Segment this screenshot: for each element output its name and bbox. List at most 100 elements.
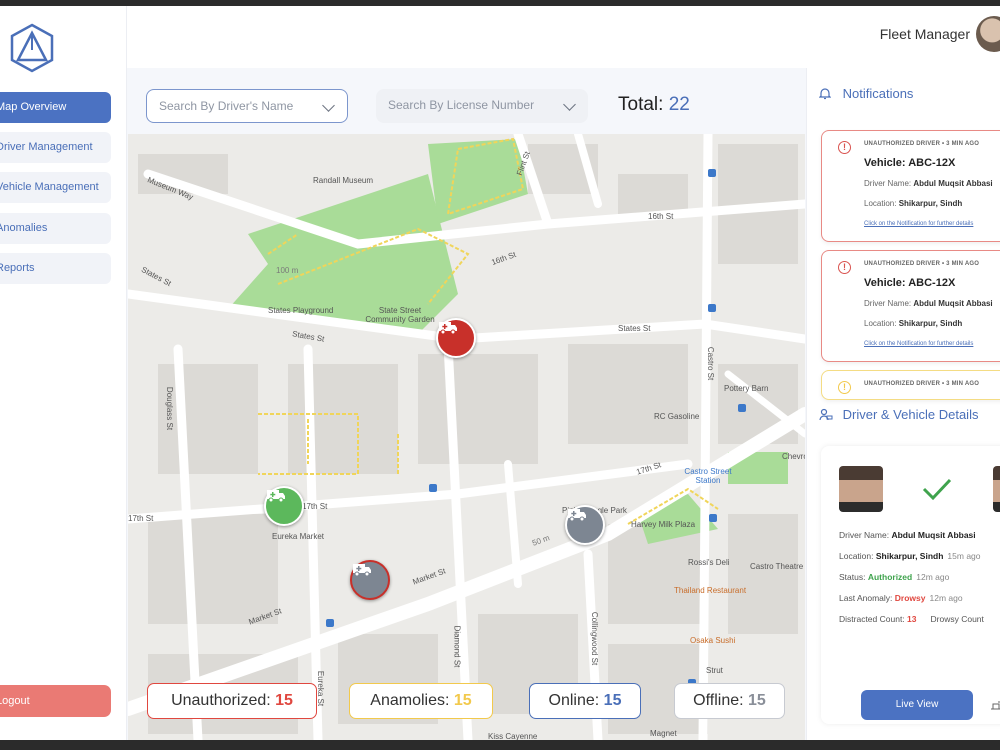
unauthorized-value: 15 (275, 692, 293, 709)
map-label: Osaka Sushi (690, 636, 736, 645)
detail-driver-name: Driver Name: Abdul Muqsit Abbasi (839, 530, 976, 540)
notification-card[interactable]: ! UNAUTHORIZED DRIVER • 3 MIN AGO Vehicl… (821, 130, 1000, 242)
ambulance-icon (568, 509, 586, 521)
bell-icon (818, 87, 832, 103)
right-panel: Notifications ! UNAUTHORIZED DRIVER • 3 … (806, 68, 1000, 740)
map-label: 16th St (648, 212, 674, 221)
map-label: Collingwood St (590, 611, 600, 666)
vehicle-marker-online[interactable] (264, 486, 304, 526)
map-label: Castro St (706, 346, 716, 381)
notification-hint[interactable]: Click on the Notification for further de… (864, 221, 973, 227)
alert-icon: ! (838, 381, 851, 394)
sidebar-item-vehicle-management[interactable]: Vehicle Management (0, 172, 111, 203)
app-window: Map Overview Driver Management Vehicle M… (0, 6, 1000, 740)
sidebar: Map Overview Driver Management Vehicle M… (0, 6, 127, 740)
offline-label: Offline: (693, 692, 744, 709)
notification-card[interactable]: ! UNAUTHORIZED DRIVER • 3 MIN AGO Vehicl… (821, 250, 1000, 362)
top-header: Fleet Manager (127, 6, 1000, 68)
detail-last-anomaly: Last Anomaly: Drowsy 12m ago (839, 593, 963, 603)
alert-icon: ! (838, 261, 851, 274)
logout-button[interactable]: Logout (0, 685, 111, 717)
notification-driver: Driver Name: Abdul Muqsit Abbasi (864, 179, 993, 188)
map-label: Diamond St (452, 625, 462, 668)
notification-vehicle: Vehicle: ABC-12X (864, 157, 956, 169)
anomalies-label: Anamolies: (370, 692, 450, 709)
total-label: Total: (618, 94, 664, 115)
driver-photo (839, 466, 883, 512)
notifications-header: Notifications (818, 86, 914, 103)
map-label: States St (618, 324, 651, 333)
map-label: Strut (706, 666, 723, 675)
anomalies-value: 15 (453, 692, 472, 709)
ambulance-icon (267, 490, 285, 502)
online-count-chip[interactable]: Online: 15 (529, 683, 641, 719)
vehicle-marker-offline-alert[interactable] (350, 560, 390, 600)
registered-driver-photo (993, 466, 1000, 512)
unauthorized-label: Unauthorized: (171, 692, 271, 709)
detail-counts: Distracted Count: 13 Drowsy Count (839, 614, 984, 624)
notification-hint[interactable]: Click on the Notification for further de… (864, 341, 973, 347)
total-value: 22 (668, 94, 690, 115)
notification-location: Location: Shikarpur, Sindh (864, 199, 963, 208)
map-label: Eureka St (316, 670, 326, 707)
vehicle-marker-unauthorized[interactable] (436, 318, 476, 358)
map-label: Chevron (782, 452, 805, 461)
map-label: States Playground (268, 306, 334, 315)
notification-driver: Driver Name: Abdul Muqsit Abbasi (864, 299, 993, 308)
sidebar-item-reports[interactable]: Reports (0, 253, 111, 284)
driver-vehicle-icon (819, 408, 833, 424)
detail-status: Status: Authorized 12m ago (839, 572, 950, 582)
online-value: 15 (603, 692, 622, 709)
driver-name-search-dropdown[interactable]: Search By Driver's Name (146, 89, 348, 123)
license-number-search-dropdown[interactable]: Search By License Number (376, 89, 588, 123)
license-search-placeholder: Search By License Number (388, 98, 535, 112)
map-canvas (128, 134, 805, 740)
user-role-label: Fleet Manager (879, 26, 970, 42)
notification-location: Location: Shikarpur, Sindh (864, 319, 963, 328)
sidebar-item-map-overview[interactable]: Map Overview (0, 92, 111, 123)
map-label: Castro Street Station (684, 467, 732, 485)
total-count: Total: 22 (618, 94, 690, 116)
map-label: Thailand Restaurant (674, 586, 747, 595)
avatar[interactable] (976, 16, 1000, 52)
sidebar-item-driver-management[interactable]: Driver Management (0, 132, 111, 163)
ambulance-icon (439, 322, 457, 334)
details-header: Driver & Vehicle Details (819, 407, 978, 424)
fleet-map[interactable]: Randall Museum Museum Way 16th St 16th S… (128, 134, 805, 740)
offline-count-chip[interactable]: Offline: 15 (674, 683, 785, 719)
chevron-down-icon (563, 98, 576, 111)
map-label: 17th St (302, 502, 328, 511)
map-label: Randall Museum (313, 176, 374, 185)
driver-vehicle-details-card: Driver Name: Abdul Muqsit Abbasi Locatio… (821, 446, 1000, 724)
sidebar-item-anomalies[interactable]: Anomalies (0, 213, 111, 244)
notification-card[interactable]: ! UNAUTHORIZED DRIVER • 3 MIN AGO (821, 370, 1000, 400)
ambulance-icon (353, 564, 371, 576)
camera-icon[interactable] (989, 698, 1000, 716)
anomalies-count-chip[interactable]: Anamolies: 15 (349, 683, 493, 719)
map-label: Magnet (650, 729, 677, 738)
map-label: State Street Community Garden (365, 306, 435, 324)
detail-location: Location: Shikarpur, Sindh 15m ago (839, 551, 981, 561)
online-label: Online: (548, 692, 600, 709)
map-label: RC Gasoline (654, 412, 700, 421)
unauthorized-count-chip[interactable]: Unauthorized: 15 (147, 683, 317, 719)
map-label: 17th St (128, 514, 154, 523)
map-label: Harvey Milk Plaza (631, 520, 696, 529)
notifications-title: Notifications (842, 86, 914, 101)
map-label: Eureka Market (272, 532, 325, 541)
notification-tag: UNAUTHORIZED DRIVER • 3 MIN AGO (864, 381, 980, 387)
map-label: Rossi's Deli (688, 558, 730, 567)
map-label: Kiss Cayenne (488, 732, 538, 740)
map-label: Pottery Barn (724, 384, 769, 393)
map-label: 100 m (276, 266, 299, 275)
alert-icon: ! (838, 141, 851, 154)
logo (8, 22, 56, 74)
offline-value: 15 (748, 692, 766, 709)
notification-tag: UNAUTHORIZED DRIVER • 3 MIN AGO (864, 141, 980, 147)
vehicle-marker-offline[interactable] (565, 505, 605, 545)
notification-vehicle: Vehicle: ABC-12X (864, 277, 956, 289)
details-title: Driver & Vehicle Details (842, 407, 979, 422)
live-view-button[interactable]: Live View (861, 690, 973, 720)
map-label: Castro Theatre (750, 562, 804, 571)
notification-tag: UNAUTHORIZED DRIVER • 3 MIN AGO (864, 261, 980, 267)
